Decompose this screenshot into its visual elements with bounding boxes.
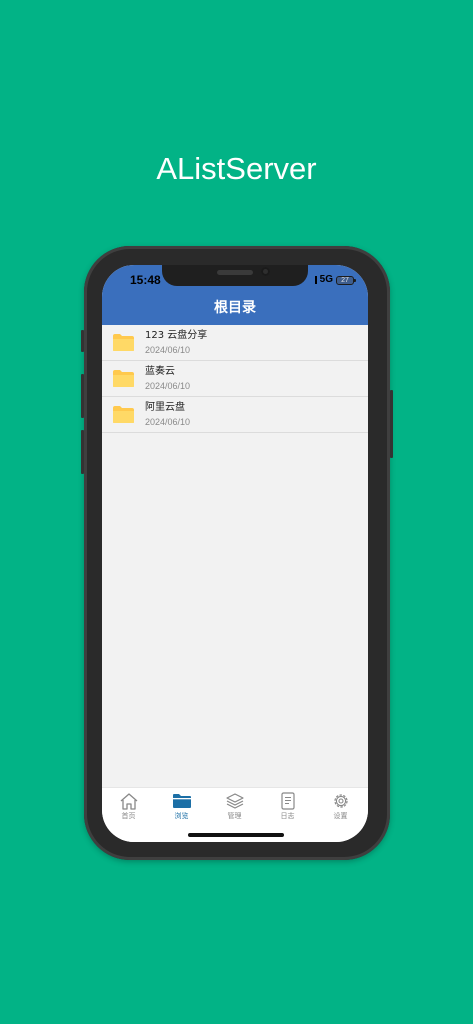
- file-name: 蓝奏云: [145, 366, 175, 377]
- volume-up-button: [81, 374, 84, 418]
- gear-icon: [333, 794, 348, 808]
- page-title: 根目录: [214, 300, 256, 316]
- app-title: AListServer: [156, 151, 317, 186]
- layers-icon: [225, 793, 244, 809]
- status-indicators: 5G 27: [309, 274, 356, 286]
- folder-icon: [113, 406, 134, 423]
- tab-browse-label: 浏览: [174, 812, 189, 820]
- file-date: 2024/06/10: [145, 417, 191, 427]
- power-button: [390, 390, 393, 458]
- status-time: 15:48: [130, 273, 161, 287]
- folder-icon: [172, 794, 191, 808]
- battery-icon: 27: [336, 275, 356, 285]
- speaker-grille: [217, 270, 253, 275]
- network-label: 5G: [319, 274, 333, 285]
- phone-frame: 15:48 5G 27 根目录 123 云盘分享 2024/06/10 蓝奏云 …: [81, 246, 393, 860]
- phone-screen: 15:48 5G 27 根目录 123 云盘分享 2024/06/10 蓝奏云 …: [102, 265, 368, 842]
- tab-browse[interactable]: 浏览: [155, 792, 208, 824]
- folder-icon: [113, 370, 134, 387]
- tab-manage-label: 管理: [227, 812, 242, 820]
- volume-down-button: [81, 430, 84, 474]
- tab-home[interactable]: 首页: [102, 792, 155, 824]
- file-name: 阿里云盘: [145, 402, 185, 413]
- signal-icon: [314, 276, 317, 284]
- tab-settings[interactable]: 设置: [314, 792, 367, 824]
- battery-level: 27: [341, 276, 349, 284]
- tab-settings-label: 设置: [333, 812, 348, 820]
- mute-switch: [81, 330, 84, 352]
- camera-icon: [261, 267, 270, 276]
- tab-bar: 首页 浏览 管理 日志 设置: [102, 787, 368, 842]
- tab-home-label: 首页: [121, 812, 136, 820]
- tab-logs[interactable]: 日志: [261, 792, 314, 824]
- notch: [162, 265, 308, 286]
- folder-icon: [113, 334, 134, 351]
- tab-logs-label: 日志: [280, 812, 295, 820]
- file-row[interactable]: 123 云盘分享 2024/06/10: [102, 325, 368, 361]
- file-row[interactable]: 阿里云盘 2024/06/10: [102, 397, 368, 433]
- tab-manage[interactable]: 管理: [208, 792, 261, 824]
- home-icon: [120, 793, 137, 810]
- file-row[interactable]: 蓝奏云 2024/06/10: [102, 361, 368, 397]
- header-bar: 15:48 5G 27 根目录: [102, 265, 368, 325]
- document-icon: [280, 792, 295, 810]
- file-date: 2024/06/10: [145, 345, 191, 355]
- file-name: 123 云盘分享: [145, 330, 208, 341]
- file-list: 123 云盘分享 2024/06/10 蓝奏云 2024/06/10 阿里云盘 …: [102, 325, 368, 433]
- home-indicator: [188, 833, 284, 837]
- file-date: 2024/06/10: [145, 381, 191, 391]
